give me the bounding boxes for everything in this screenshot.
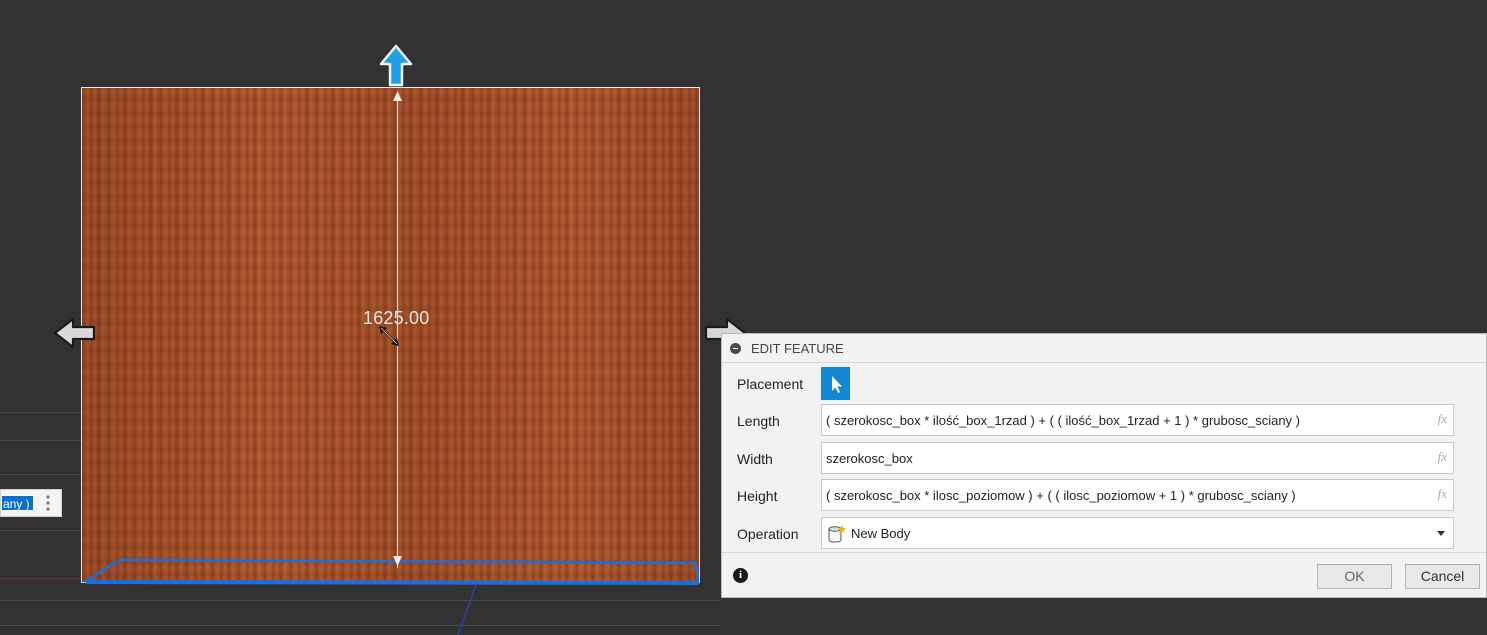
height-input[interactable]: ( szerokosc_box * ilosc_poziomow ) + ( (…: [821, 479, 1454, 511]
fx-icon[interactable]: fx: [1438, 486, 1447, 502]
grid-line: [0, 440, 84, 441]
resize-cursor-icon: [379, 326, 399, 346]
placement-label: Placement: [737, 376, 804, 392]
ok-button[interactable]: OK: [1317, 564, 1392, 589]
pointer-cursor-icon: [832, 376, 842, 393]
length-input[interactable]: ( szerokosc_box * ilość_box_1rzad ) + ( …: [821, 404, 1454, 436]
placement-select-button[interactable]: [821, 367, 850, 400]
operation-row: Operation New Body: [722, 517, 1486, 551]
operation-value: New Body: [851, 526, 911, 541]
placement-row: Placement: [722, 367, 1486, 401]
z-axis-line: [457, 585, 477, 635]
collapse-icon[interactable]: [730, 342, 741, 354]
cancel-button[interactable]: Cancel: [1405, 564, 1480, 589]
height-row: Height ( szerokosc_box * ilosc_poziomow …: [722, 479, 1486, 513]
floating-dimension-input[interactable]: any ): [0, 489, 62, 517]
length-row: Length ( szerokosc_box * ilość_box_1rzad…: [722, 404, 1486, 438]
info-icon[interactable]: i: [733, 568, 748, 583]
fx-icon[interactable]: fx: [1438, 449, 1447, 465]
width-row: Width szerokosc_box fx: [722, 442, 1486, 476]
new-body-icon: [828, 525, 846, 543]
length-label: Length: [737, 413, 780, 429]
length-expression: ( szerokosc_box * ilość_box_1rzad ) + ( …: [826, 413, 1300, 428]
height-expression: ( szerokosc_box * ilosc_poziomow ) + ( (…: [826, 488, 1296, 503]
width-input[interactable]: szerokosc_box fx: [821, 442, 1454, 474]
width-label: Width: [737, 451, 773, 467]
dialog-header: EDIT FEATURE: [722, 334, 1486, 363]
width-expression: szerokosc_box: [826, 451, 913, 466]
fx-icon[interactable]: fx: [1438, 411, 1447, 427]
edit-feature-dialog: EDIT FEATURE Placement Length ( szerokos…: [721, 333, 1487, 598]
chevron-down-icon[interactable]: [1437, 531, 1445, 536]
height-label: Height: [737, 488, 778, 504]
grid-line: [0, 412, 84, 413]
grid-line: [0, 474, 84, 475]
footer-divider: [722, 552, 1486, 553]
operation-label: Operation: [737, 526, 799, 542]
operation-dropdown[interactable]: New Body: [821, 517, 1454, 549]
x-axis-line: [0, 578, 90, 579]
dialog-title: EDIT FEATURE: [751, 340, 844, 356]
floating-input-value[interactable]: any ): [1, 495, 34, 511]
dimension-arrow-bottom-icon: [393, 556, 402, 566]
grid-line: [0, 530, 84, 531]
dimension-arrow-top-icon: [393, 91, 402, 101]
grid-line: [0, 625, 721, 626]
grid-line: [0, 600, 721, 601]
width-drag-arrow-left-icon[interactable]: [53, 317, 97, 349]
more-options-icon[interactable]: [43, 493, 53, 513]
height-drag-arrow-icon[interactable]: [379, 44, 413, 88]
